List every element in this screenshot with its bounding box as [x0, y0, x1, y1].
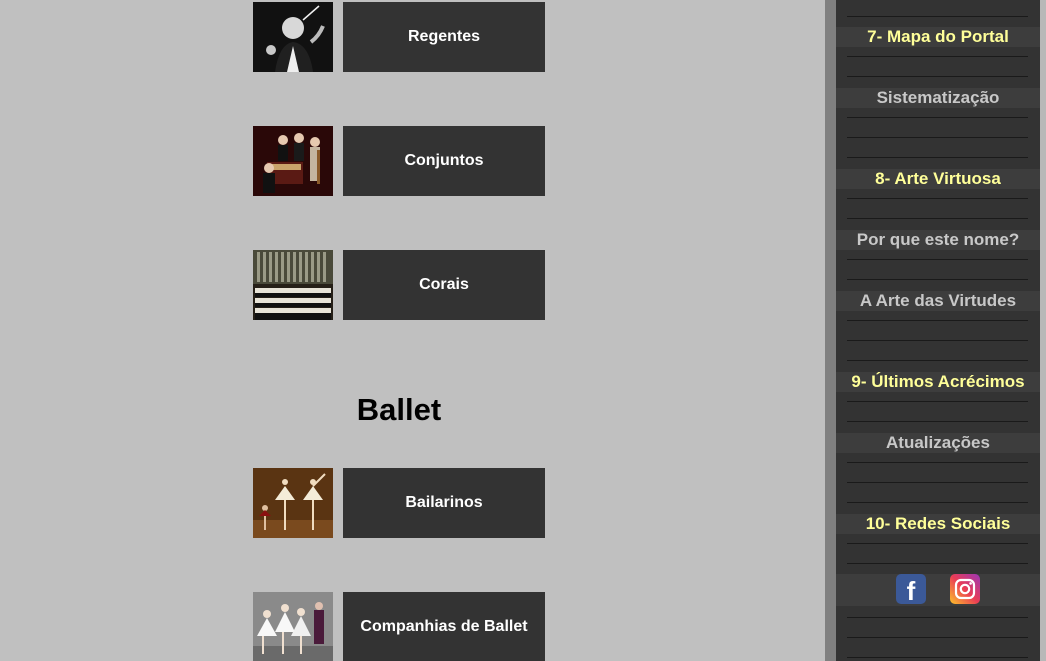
sidebar-divider: [847, 421, 1028, 422]
sidebar-divider: [847, 637, 1028, 638]
sidebar-divider: [847, 76, 1028, 77]
entry-bailarinos: Bailarinos: [253, 468, 545, 538]
bailarinos-button[interactable]: Bailarinos: [343, 468, 545, 538]
conductor-photo[interactable]: [253, 2, 333, 72]
entry-regentes: Regentes: [253, 2, 545, 72]
entry-conjuntos: Conjuntos: [253, 126, 545, 196]
sidebar-divider: [847, 462, 1028, 463]
sidebar-divider: [847, 157, 1028, 158]
sidebar-scrollbar[interactable]: [1040, 0, 1046, 661]
sidebar-divider: [847, 543, 1028, 544]
sidebar-divider: [847, 279, 1028, 280]
sidebar-link-sistematizacao[interactable]: Sistematização: [836, 88, 1040, 108]
ballet-company-photo[interactable]: [253, 592, 333, 661]
sidebar-divider: [847, 360, 1028, 361]
sidebar-divider: [847, 198, 1028, 199]
sidebar-link-por-que-este-nome[interactable]: Por que este nome?: [836, 230, 1040, 250]
facebook-icon[interactable]: f: [896, 574, 926, 604]
section-heading-ballet: Ballet: [356, 392, 442, 427]
sidebar-divider: [847, 617, 1028, 618]
entry-companhias: Companhias de Ballet: [253, 592, 545, 661]
sidebar-heading-ultimos-acrecimos: 9- Últimos Acrécimos: [836, 372, 1040, 392]
choir-photo[interactable]: [253, 250, 333, 320]
regentes-button[interactable]: Regentes: [343, 2, 545, 72]
sidebar-divider: [847, 218, 1028, 219]
sidebar-divider: [847, 259, 1028, 260]
sidebar-divider: [847, 16, 1028, 17]
sidebar-divider: [847, 563, 1028, 564]
corais-button[interactable]: Corais: [343, 250, 545, 320]
sidebar-divider: [847, 502, 1028, 503]
conjuntos-button[interactable]: Conjuntos: [343, 126, 545, 196]
sidebar-heading-mapa-do-portal: 7- Mapa do Portal: [836, 27, 1040, 47]
companhias-de-ballet-button[interactable]: Companhias de Ballet: [343, 592, 545, 661]
ensemble-photo[interactable]: [253, 126, 333, 196]
sidebar-link-arte-das-virtudes[interactable]: A Arte das Virtudes: [836, 291, 1040, 311]
page: Regentes Conjuntos Corais Ballet Bailari…: [0, 0, 1046, 661]
sidebar-heading-arte-virtuosa: 8- Arte Virtuosa: [836, 169, 1040, 189]
sidebar-divider: [847, 482, 1028, 483]
sidebar-divider: [847, 657, 1028, 658]
instagram-icon[interactable]: [950, 574, 980, 604]
sidebar-divider: [847, 56, 1028, 57]
sidebar-divider: [847, 320, 1028, 321]
entry-corais: Corais: [253, 250, 545, 320]
sidebar-divider: [847, 137, 1028, 138]
sidebar-link-atualizacoes[interactable]: Atualizações: [836, 433, 1040, 453]
sidebar-divider: [847, 401, 1028, 402]
social-icons-row: f: [836, 574, 1040, 606]
sidebar-heading-redes-sociais: 10- Redes Sociais: [836, 514, 1040, 534]
sidebar-divider: [847, 340, 1028, 341]
dancers-photo[interactable]: [253, 468, 333, 538]
sidebar-divider: [847, 117, 1028, 118]
